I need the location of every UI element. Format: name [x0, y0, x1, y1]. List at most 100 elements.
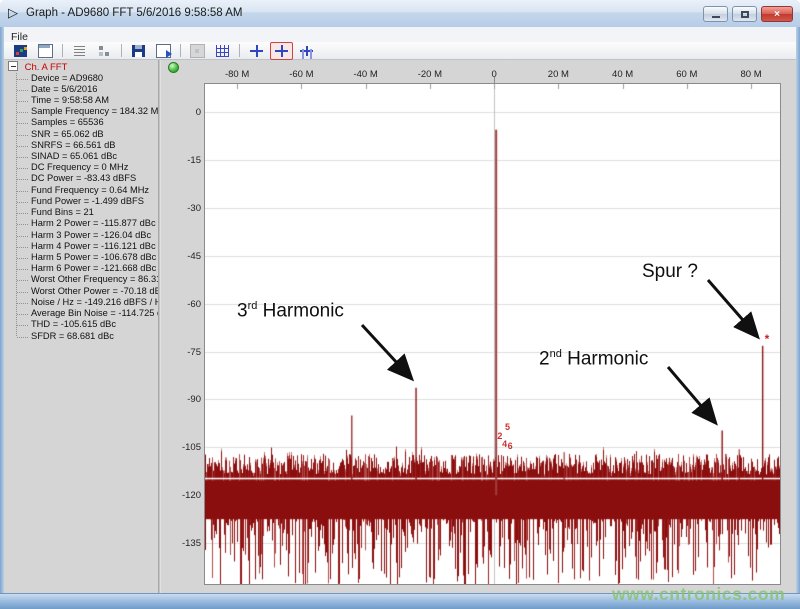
graph-icon: [14, 44, 27, 57]
tree-item[interactable]: Harm 5 Power = -106.678 dBc: [4, 252, 158, 263]
harmonic-2-label: 2nd Harmonic: [539, 348, 649, 370]
tree-item[interactable]: Harm 4 Power = -116.121 dBc: [4, 241, 158, 252]
harmonic-3-label: 3rd Harmonic: [237, 300, 344, 322]
close-button[interactable]: ×: [761, 6, 793, 22]
x-tick-label: -60 M: [289, 69, 314, 80]
window-controls: ×: [703, 6, 793, 22]
crosshair-xy-icon: [275, 44, 288, 57]
fft-spectrum-canvas[interactable]: [205, 84, 780, 584]
tree-root-label: Ch. A FFT: [24, 62, 68, 73]
spur-label: Spur ?: [642, 261, 698, 282]
save-button[interactable]: [127, 42, 150, 60]
x-tick-label: -80 M: [224, 69, 250, 80]
minimize-icon: [711, 15, 720, 18]
list-button[interactable]: [68, 42, 91, 60]
tree-item[interactable]: Harm 2 Power = -115.877 dBc: [4, 218, 158, 229]
form-button[interactable]: [34, 42, 57, 60]
tree-item[interactable]: Samples = 65536: [4, 117, 158, 128]
pixel-icon: [190, 43, 205, 58]
y-tick-label: 0: [195, 107, 201, 119]
toolbar-separator: [180, 44, 181, 57]
harmonic-marker-6: 6: [507, 441, 513, 452]
client-area: Ch. A FFT Device = AD9680 Date = 5/6/2016…: [4, 60, 796, 593]
watermark: www.cntronics.com: [612, 584, 786, 604]
x-tick-label: 80 M: [740, 69, 762, 80]
x-tick-label: 60 M: [676, 69, 698, 80]
toolbar-separator: [121, 44, 122, 57]
tree-item[interactable]: Device = AD9680: [4, 73, 158, 84]
tree-item[interactable]: Worst Other Frequency = 86.31 MHz: [4, 274, 158, 285]
tree-item[interactable]: Date = 5/6/2016: [4, 84, 158, 95]
x-tick-label: 20 M: [547, 69, 569, 80]
spur-marker-icon: *: [764, 331, 770, 346]
tree-item[interactable]: Harm 6 Power = -121.668 dBc: [4, 263, 158, 274]
tree-item[interactable]: THD = -105.615 dBc: [4, 319, 158, 330]
tree-item[interactable]: SNR = 65.062 dB: [4, 129, 158, 140]
list-icon: [73, 45, 86, 57]
save-icon: [132, 44, 145, 57]
graph-button[interactable]: [9, 42, 32, 60]
crosshair-xy-button[interactable]: [270, 41, 293, 60]
y-tick-label: -105: [181, 442, 201, 454]
window-border-right: [796, 27, 800, 609]
export-icon: [156, 43, 172, 58]
menu-bar: File: [4, 27, 796, 43]
tree-item[interactable]: Noise / Hz = -149.216 dBFS / Hz: [4, 297, 158, 308]
crosshair-icon: [250, 44, 263, 57]
y-tick-label: -30: [187, 202, 201, 214]
crosshair-button[interactable]: [245, 42, 268, 60]
maximize-icon: [740, 10, 749, 18]
measurement-list: Device = AD9680 Date = 5/6/2016 Time = 9:5…: [4, 72, 158, 342]
tree-view-icon: [98, 45, 111, 57]
y-tick-label: -90: [187, 394, 201, 406]
tree-item[interactable]: DC Power = -83.43 dBFS: [4, 173, 158, 184]
maximize-button[interactable]: [732, 6, 757, 22]
status-indicator-icon: [168, 62, 179, 73]
toolbar-separator: [239, 44, 240, 57]
crosshair-x-button[interactable]: [295, 42, 318, 60]
tree-item[interactable]: SINAD = 65.061 dBc: [4, 151, 158, 162]
x-tick-label: 40 M: [612, 69, 634, 80]
x-tick-label: -40 M: [353, 69, 378, 80]
tree-item[interactable]: Fund Frequency = 0.64 MHz: [4, 185, 158, 196]
tree-item[interactable]: SFDR = 68.681 dBc: [4, 331, 158, 342]
y-tick-label: -45: [187, 250, 201, 262]
pixel-button: [186, 42, 209, 60]
x-tick-label: -20 M: [417, 69, 443, 80]
title-bar[interactable]: ▷ Graph - AD9680 FFT 5/6/2016 9:58:58 AM…: [0, 0, 800, 28]
app-window: ▷ Graph - AD9680 FFT 5/6/2016 9:58:58 AM…: [0, 0, 800, 609]
minimize-button[interactable]: [703, 6, 728, 22]
export-button[interactable]: [152, 42, 175, 60]
toolbar-separator: [62, 44, 63, 57]
tree-item[interactable]: SNRFS = 66.561 dB: [4, 140, 158, 151]
harmonic-marker-5: 5: [505, 421, 511, 432]
tree-item[interactable]: Worst Other Power = -70.18 dBFS: [4, 286, 158, 297]
tree-item[interactable]: DC Frequency = 0 MHz: [4, 162, 158, 173]
measurement-tree-panel: Ch. A FFT Device = AD9680 Date = 5/6/2016…: [4, 60, 158, 593]
tree-view-button[interactable]: [93, 42, 116, 60]
y-tick-label: -60: [187, 298, 201, 310]
y-tick-label: -135: [181, 538, 201, 550]
tree-item[interactable]: Harm 3 Power = -126.04 dBc: [4, 230, 158, 241]
tree-item[interactable]: Sample Frequency = 184.32 MHz: [4, 106, 158, 117]
grid-icon: [216, 44, 229, 57]
y-tick-label: -15: [187, 154, 201, 166]
window-border-left: [0, 27, 4, 609]
tree-item[interactable]: Average Bin Noise = -114.725 dBFS: [4, 308, 158, 319]
y-tick-label: -120: [181, 490, 201, 502]
grid-button[interactable]: [211, 42, 234, 60]
window-title: Graph - AD9680 FFT 5/6/2016 9:58:58 AM: [26, 7, 243, 19]
y-tick-label: -75: [187, 346, 201, 358]
collapse-icon[interactable]: [8, 61, 18, 71]
form-icon: [38, 43, 53, 58]
app-icon: ▷: [8, 5, 18, 20]
tree-item[interactable]: Fund Power = -1.499 dBFS: [4, 196, 158, 207]
tree-root[interactable]: Ch. A FFT: [8, 61, 158, 73]
tree-item[interactable]: Time = 9:58:58 AM: [4, 95, 158, 106]
crosshair-x-icon: [300, 45, 313, 57]
harmonic-marker-4: 4: [502, 439, 508, 450]
tree-item[interactable]: Fund Bins = 21: [4, 207, 158, 218]
toolbar: [4, 41, 796, 60]
plot-panel: -80 M -60 M -40 M -20 M 0 20 M 40 M 60 M 80 M 0-…: [161, 60, 796, 593]
close-icon: ×: [774, 8, 780, 20]
